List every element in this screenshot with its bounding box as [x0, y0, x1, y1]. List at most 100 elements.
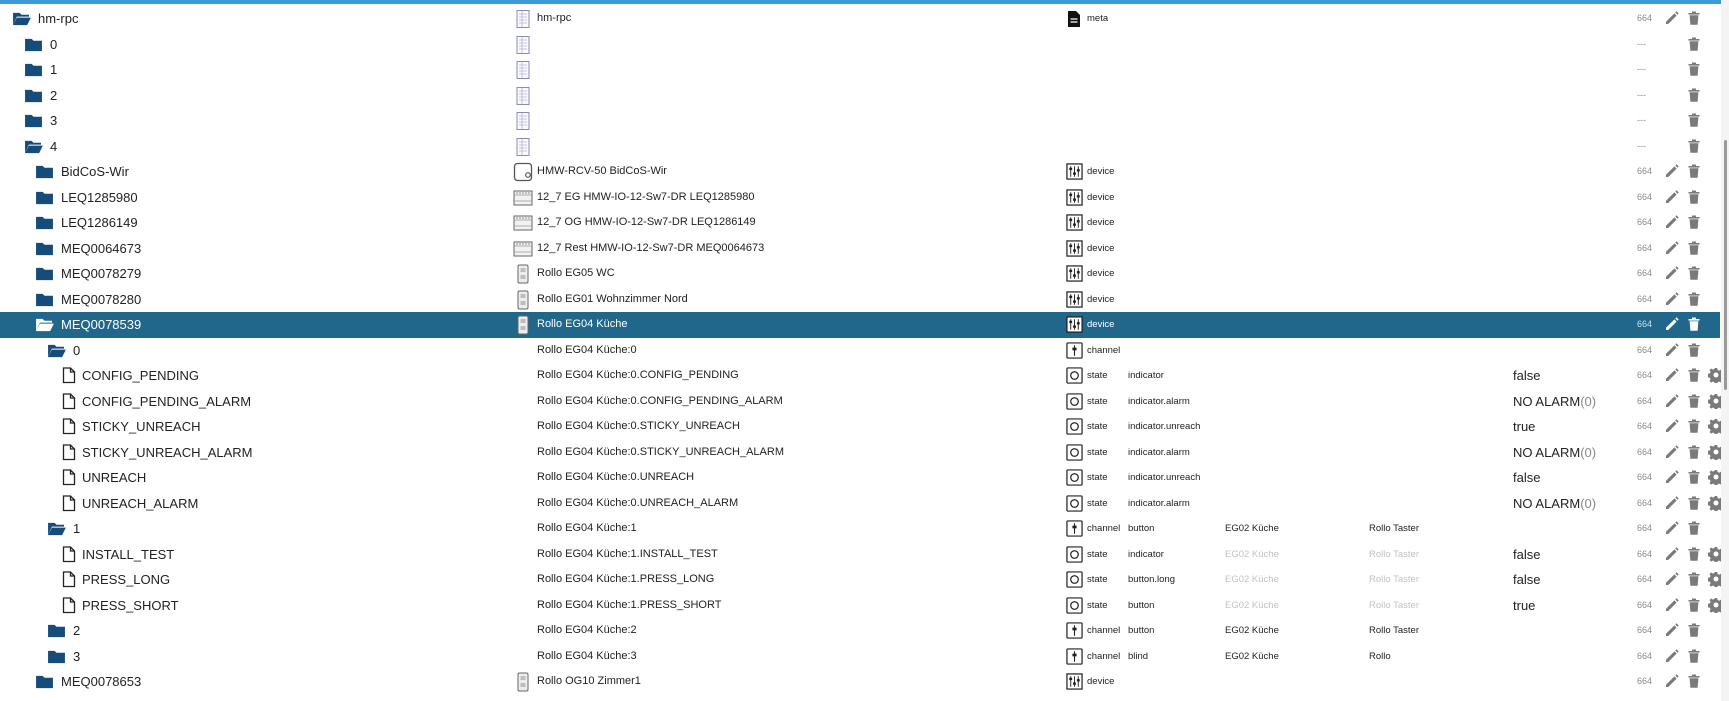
folder-icon[interactable]	[47, 649, 66, 664]
delete-icon[interactable]	[1686, 316, 1703, 333]
tree-row[interactable]: UNREACH Rollo EG04 Küche:0.UNREACH state in…	[0, 465, 1729, 491]
folder-icon[interactable]	[24, 37, 43, 52]
edit-icon[interactable]	[1664, 240, 1681, 257]
edit-icon[interactable]	[1664, 10, 1681, 27]
delete-icon[interactable]	[1686, 495, 1703, 512]
edit-icon[interactable]	[1664, 163, 1681, 180]
edit-icon[interactable]	[1664, 316, 1681, 333]
tree-row[interactable]: 2 Rollo EG04 Küche:2 channel button EG02 Küc…	[0, 618, 1729, 644]
tree-row[interactable]: 2 ---	[0, 83, 1729, 109]
folder-open-icon[interactable]	[12, 11, 31, 26]
folder-icon[interactable]	[24, 62, 43, 77]
edit-icon[interactable]	[1664, 393, 1681, 410]
delete-icon[interactable]	[1686, 10, 1703, 27]
delete-icon[interactable]	[1686, 291, 1703, 308]
edit-icon[interactable]	[1664, 495, 1681, 512]
edit-icon[interactable]	[1664, 571, 1681, 588]
tree-row[interactable]: 0 Rollo EG04 Küche:0 channel 664	[0, 338, 1729, 364]
folder-icon[interactable]	[35, 266, 54, 281]
delete-icon[interactable]	[1686, 648, 1703, 665]
folder-open-icon[interactable]	[35, 317, 54, 332]
tree-row[interactable]: MEQ0064673 12_7 Rest HMW-IO-12-Sw7-DR MEQ…	[0, 236, 1729, 262]
edit-icon[interactable]	[1664, 469, 1681, 486]
tree-row[interactable]: BidCoS-Wir HMW-RCV-50 BidCoS-Wir device 664	[0, 159, 1729, 185]
delete-icon[interactable]	[1686, 163, 1703, 180]
edit-icon[interactable]	[1664, 265, 1681, 282]
tree-row[interactable]: hm-rpc hm-rpc meta 664	[0, 6, 1729, 32]
edit-icon[interactable]	[1664, 214, 1681, 231]
delete-icon[interactable]	[1686, 597, 1703, 614]
folder-icon[interactable]	[35, 674, 54, 689]
tree-row[interactable]: INSTALL_TEST Rollo EG04 Küche:1.INSTALL_T…	[0, 542, 1729, 568]
delete-icon[interactable]	[1686, 418, 1703, 435]
delete-icon[interactable]	[1686, 469, 1703, 486]
folder-icon[interactable]	[24, 113, 43, 128]
folder-open-icon[interactable]	[47, 521, 66, 536]
tree-row[interactable]: UNREACH_ALARM Rollo EG04 Küche:0.UNREACH_…	[0, 491, 1729, 517]
delete-icon[interactable]	[1686, 112, 1703, 129]
edit-icon[interactable]	[1664, 291, 1681, 308]
folder-icon[interactable]	[35, 164, 54, 179]
delete-icon[interactable]	[1686, 240, 1703, 257]
tree-row[interactable]: 1 Rollo EG04 Küche:1 channel button EG02 Küc…	[0, 516, 1729, 542]
edit-icon[interactable]	[1664, 520, 1681, 537]
delete-icon[interactable]	[1686, 87, 1703, 104]
tree-row[interactable]: MEQ0078653 Rollo OG10 Zimmer1 device 664	[0, 669, 1729, 695]
tree-row[interactable]: MEQ0078279 Rollo EG05 WC device 664	[0, 261, 1729, 287]
edit-icon[interactable]	[1664, 597, 1681, 614]
edit-icon[interactable]	[1664, 622, 1681, 639]
edit-icon[interactable]	[1664, 189, 1681, 206]
delete-icon[interactable]	[1686, 673, 1703, 690]
state-value[interactable]: true	[1513, 593, 1623, 619]
edit-icon[interactable]	[1664, 546, 1681, 563]
folder-open-icon[interactable]	[24, 139, 43, 154]
delete-icon[interactable]	[1686, 571, 1703, 588]
tree-row[interactable]: CONFIG_PENDING_ALARM Rollo EG04 Küche:0.C…	[0, 389, 1729, 415]
tree-row[interactable]: CONFIG_PENDING Rollo EG04 Küche:0.CONFIG_…	[0, 363, 1729, 389]
tree-row[interactable]: 3 Rollo EG04 Küche:3 channel blind EG02 Küch…	[0, 644, 1729, 670]
tree-row[interactable]: LEQ1286149 12_7 OG HMW-IO-12-Sw7-DR LEQ12…	[0, 210, 1729, 236]
state-value[interactable]: false	[1513, 363, 1623, 389]
edit-icon[interactable]	[1664, 342, 1681, 359]
tree-row[interactable]: STICKY_UNREACH Rollo EG04 Küche:0.STICKY_…	[0, 414, 1729, 440]
delete-icon[interactable]	[1686, 444, 1703, 461]
state-value[interactable]: false	[1513, 567, 1623, 593]
tree-row[interactable]: STICKY_UNREACH_ALARM Rollo EG04 Küche:0.S…	[0, 440, 1729, 466]
folder-open-icon[interactable]	[47, 343, 66, 358]
folder-icon[interactable]	[35, 190, 54, 205]
tree-row[interactable]: PRESS_SHORT Rollo EG04 Küche:1.PRESS_SHOR…	[0, 593, 1729, 619]
tree-row[interactable]: MEQ0078539 Rollo EG04 Küche device 664	[0, 312, 1720, 338]
delete-icon[interactable]	[1686, 520, 1703, 537]
tree-row[interactable]: LEQ1285980 12_7 EG HMW-IO-12-Sw7-DR LEQ12…	[0, 185, 1729, 211]
edit-icon[interactable]	[1664, 367, 1681, 384]
edit-icon[interactable]	[1664, 418, 1681, 435]
folder-icon[interactable]	[24, 88, 43, 103]
edit-icon[interactable]	[1664, 444, 1681, 461]
folder-icon[interactable]	[47, 623, 66, 638]
delete-icon[interactable]	[1686, 622, 1703, 639]
tree-row[interactable]: 3 ---	[0, 108, 1729, 134]
edit-icon[interactable]	[1664, 673, 1681, 690]
delete-icon[interactable]	[1686, 214, 1703, 231]
delete-icon[interactable]	[1686, 36, 1703, 53]
tree-row[interactable]: PRESS_LONG Rollo EG04 Küche:1.PRESS_LONG s…	[0, 567, 1729, 593]
state-value[interactable]: false	[1513, 542, 1623, 568]
delete-icon[interactable]	[1686, 189, 1703, 206]
tree-row[interactable]: 1 ---	[0, 57, 1729, 83]
state-value[interactable]: NO ALARM(0)	[1513, 389, 1623, 415]
edit-icon[interactable]	[1664, 648, 1681, 665]
state-value[interactable]: true	[1513, 414, 1623, 440]
delete-icon[interactable]	[1686, 367, 1703, 384]
state-value[interactable]: NO ALARM(0)	[1513, 491, 1623, 517]
delete-icon[interactable]	[1686, 138, 1703, 155]
state-value[interactable]: NO ALARM(0)	[1513, 440, 1623, 466]
folder-icon[interactable]	[35, 241, 54, 256]
tree-row[interactable]: 0 ---	[0, 32, 1729, 58]
delete-icon[interactable]	[1686, 265, 1703, 282]
scrollbar-thumb[interactable]	[1724, 140, 1727, 390]
delete-icon[interactable]	[1686, 342, 1703, 359]
state-value[interactable]: false	[1513, 465, 1623, 491]
delete-icon[interactable]	[1686, 546, 1703, 563]
folder-icon[interactable]	[35, 215, 54, 230]
tree-row[interactable]: MEQ0078280 Rollo EG01 Wohnzimmer Nord devi…	[0, 287, 1729, 313]
